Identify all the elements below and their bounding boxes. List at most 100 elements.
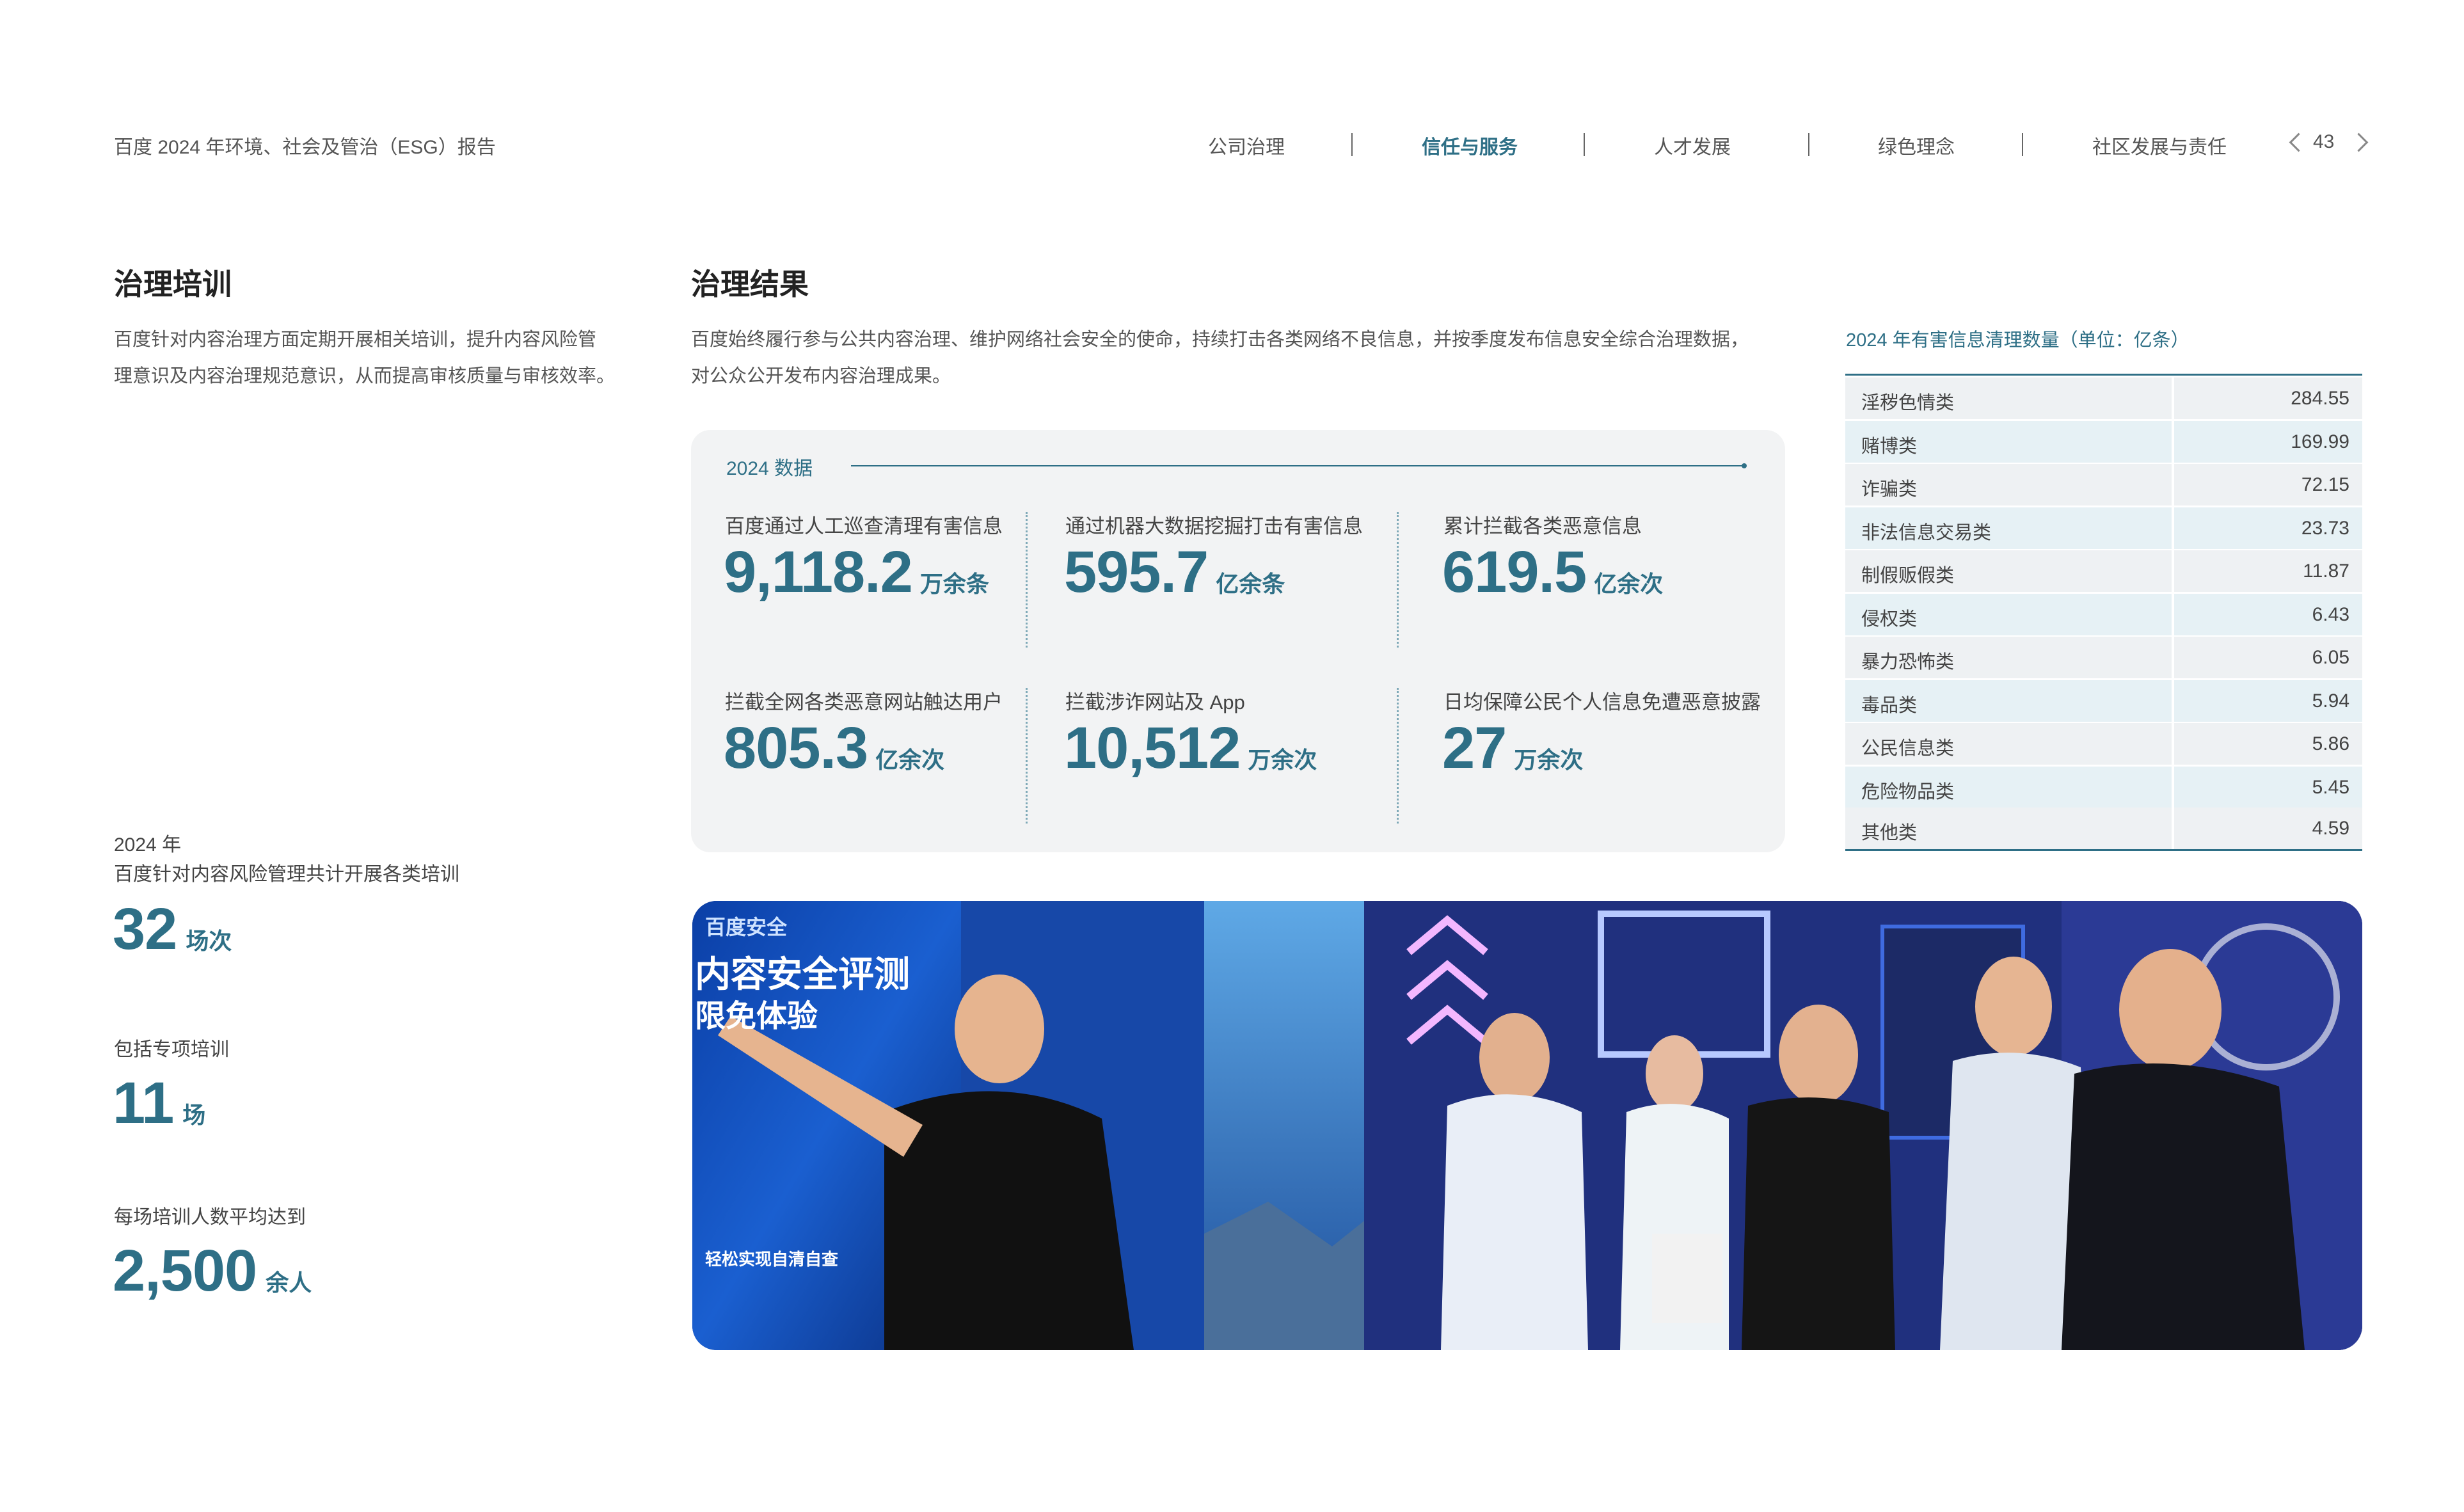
data-box-rule-dot — [1742, 463, 1747, 468]
table-cell-value: 23.73 — [2301, 518, 2349, 539]
chevron-right-icon[interactable] — [2349, 132, 2369, 152]
table-cell-value: 72.15 — [2301, 474, 2349, 495]
table-cell-value: 6.43 — [2312, 604, 2349, 625]
table-cell-category: 危险物品类 — [1861, 782, 1955, 802]
stat-unit: 场次 — [186, 928, 232, 954]
table-row: 暴力恐怖类 6.05 — [1845, 637, 2362, 678]
metric-number: 595.7 — [1064, 539, 1209, 605]
photo-sign-subtitle: 限免体验 — [695, 999, 818, 1033]
table-row: 毒品类 5.94 — [1845, 680, 2362, 722]
nav-trust-service[interactable]: 信任与服务 — [1422, 131, 1518, 159]
metric-value: 619.5 亿余次 — [1442, 539, 1663, 606]
special-training-stat: 11 场 — [113, 1070, 205, 1137]
metric-unit: 亿余次 — [1594, 571, 1664, 597]
table-cell-category: 暴力恐怖类 — [1861, 652, 1955, 672]
metric-number: 619.5 — [1442, 539, 1587, 605]
table-cell-category: 其他类 — [1861, 823, 1918, 843]
metric-value: 595.7 亿余条 — [1064, 539, 1285, 606]
stat-number: 11 — [113, 1070, 174, 1136]
nav-divider — [2022, 133, 2023, 156]
training-description-line: 百度针对内容治理方面定期开展相关培训，提升内容风险管 — [114, 330, 597, 350]
metric-unit: 万余次 — [1248, 747, 1317, 773]
table-cell-value: 284.55 — [2291, 388, 2349, 409]
table-cell-value: 5.45 — [2312, 777, 2349, 798]
table-cell-category: 淫秽色情类 — [1861, 393, 1955, 413]
nav-corporate-governance[interactable]: 公司治理 — [1208, 131, 1285, 159]
training-sessions-stat: 32 场次 — [113, 896, 232, 963]
results-heading: 治理结果 — [691, 267, 809, 301]
metric-number: 27 — [1442, 715, 1507, 781]
stat-number: 2,500 — [113, 1238, 257, 1303]
table-bottom-rule — [1845, 849, 2362, 851]
table-cell-value: 169.99 — [2291, 431, 2349, 452]
training-intro-label: 百度针对内容风险管理共计开展各类培训 — [114, 864, 459, 885]
metric-value: 27 万余次 — [1442, 715, 1583, 782]
attendance-label: 每场培训人数平均达到 — [114, 1207, 306, 1228]
metric-unit: 亿余次 — [875, 747, 945, 773]
nav-community[interactable]: 社区发展与责任 — [2092, 131, 2227, 159]
training-description: 百度针对内容治理方面定期开展相关培训，提升内容风险管 理意识及内容治理规范意识，… — [114, 322, 651, 395]
event-photo-illustration — [692, 901, 2362, 1350]
training-description-line: 理意识及内容治理规范意识，从而提高审核质量与审核效率。 — [114, 366, 616, 386]
table-cell-category: 制假贩假类 — [1861, 566, 1955, 586]
metric-label: 百度通过人工巡查清理有害信息 — [725, 515, 1003, 537]
metric-unit: 亿余条 — [1216, 571, 1285, 597]
table-row: 诈骗类 72.15 — [1845, 464, 2362, 505]
metric-label: 拦截全网各类恶意网站触达用户 — [725, 691, 1003, 713]
table-cell-category: 毒品类 — [1861, 696, 1918, 716]
nav-divider — [1584, 133, 1585, 156]
special-training-label: 包括专项培训 — [114, 1039, 229, 1060]
report-title: 百度 2024 年环境、社会及管治（ESG）报告 — [114, 137, 496, 158]
photo-sign-brand: 百度安全 — [705, 916, 788, 939]
table-cell-value: 5.94 — [2312, 690, 2349, 712]
table-cell-category: 非法信息交易类 — [1861, 523, 1992, 543]
page-number: 43 — [2313, 131, 2335, 152]
table-cell-category: 侵权类 — [1861, 609, 1918, 630]
table-row: 制假贩假类 11.87 — [1845, 550, 2362, 592]
metric-label: 通过机器大数据挖掘打击有害信息 — [1065, 515, 1363, 537]
table-row: 赌博类 169.99 — [1845, 421, 2362, 463]
table-cell-category: 赌博类 — [1861, 436, 1918, 457]
attendance-stat: 2,500 余人 — [113, 1237, 312, 1305]
table-row: 淫秽色情类 284.55 — [1845, 378, 2362, 419]
table-cell-value: 4.59 — [2312, 818, 2349, 839]
results-description-line: 百度始终履行参与公共内容治理、维护网络社会安全的使命，持续打击各类网络不良信息，… — [691, 330, 1749, 350]
table-cell-category: 公民信息类 — [1861, 738, 1955, 759]
nav-divider — [1808, 133, 1809, 156]
event-photo: 百度安全 内容安全评测 限免体验 轻松实现自清自查 — [692, 901, 2362, 1350]
metric-number: 9,118.2 — [724, 539, 913, 605]
table-row: 侵权类 6.43 — [1845, 594, 2362, 635]
metric-value: 9,118.2 万余条 — [724, 539, 989, 606]
table-row: 非法信息交易类 23.73 — [1845, 507, 2362, 549]
nav-green-concept[interactable]: 绿色理念 — [1878, 131, 1955, 159]
table-cell-category: 诈骗类 — [1861, 479, 1918, 500]
cell-divider — [1026, 512, 1028, 648]
results-description-line: 对公众公开发布内容治理成果。 — [691, 366, 951, 386]
table-cell-value: 11.87 — [2303, 561, 2349, 582]
data-box-title: 2024 数据 — [726, 458, 813, 479]
metric-number: 805.3 — [724, 715, 868, 781]
stat-number: 32 — [113, 896, 177, 962]
table-row: 危险物品类 5.45 — [1845, 767, 2362, 808]
metric-unit: 万余次 — [1514, 747, 1584, 773]
metric-number: 10,512 — [1064, 715, 1241, 781]
data-box-rule — [851, 465, 1744, 466]
cell-divider — [1026, 688, 1028, 824]
stat-unit: 场 — [182, 1102, 206, 1128]
photo-sign-title: 内容安全评测 — [695, 954, 910, 994]
table-title: 2024 年有害信息清理数量（单位：亿条） — [1846, 330, 2190, 351]
metric-value: 10,512 万余次 — [1064, 715, 1317, 782]
results-description: 百度始终履行参与公共内容治理、维护网络社会安全的使命，持续打击各类网络不良信息，… — [691, 322, 1804, 395]
training-year-label: 2024 年 — [114, 834, 182, 855]
nav-talent-development[interactable]: 人才发展 — [1654, 131, 1731, 159]
metric-unit: 万余条 — [919, 571, 989, 597]
metric-label: 累计拦截各类恶意信息 — [1443, 515, 1642, 537]
table-row: 公民信息类 5.86 — [1845, 723, 2362, 765]
data-box — [691, 430, 1785, 852]
table-row: 其他类 4.59 — [1845, 808, 2362, 849]
chevron-left-icon[interactable] — [2289, 132, 2309, 152]
metric-label: 拦截涉诈网站及 App — [1065, 691, 1245, 713]
nav-divider — [1351, 133, 1353, 156]
cell-divider — [1397, 512, 1399, 648]
photo-sign-bottom: 轻松实现自清自查 — [705, 1250, 839, 1269]
